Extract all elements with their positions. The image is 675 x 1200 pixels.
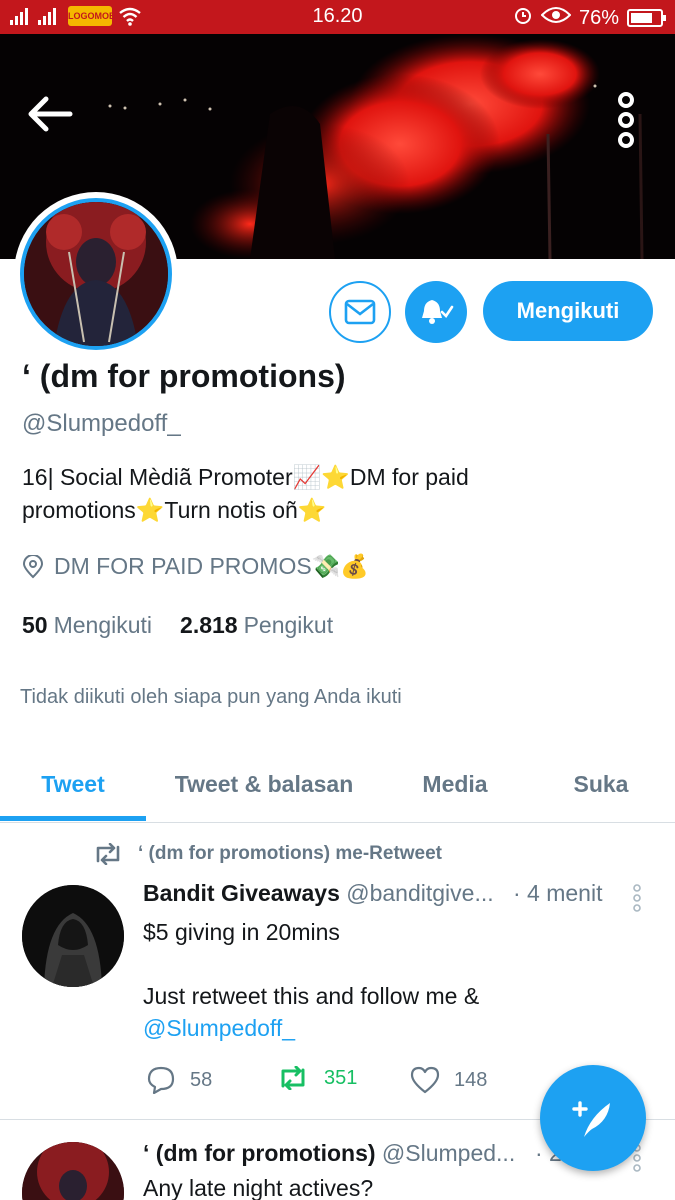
bio-line: promotions⭐Turn notis oñ⭐ [22,497,327,523]
compose-tweet-button[interactable] [540,1065,646,1171]
more-options-button[interactable] [606,90,646,150]
like-action[interactable]: 148 [410,1066,487,1094]
followed-by-note: Tidak diikuti oleh siapa pun yang Anda i… [20,686,402,708]
envelope-icon [344,299,376,325]
like-count: 148 [454,1068,488,1091]
eye-icon [540,5,572,31]
followers-label: Pengikut [243,612,334,638]
tweet-time: · 4 menit [513,880,603,906]
tweet-author-avatar[interactable] [22,1142,124,1200]
profile-name: ‘ (dm for promotions) [22,358,346,394]
active-tab-indicator [0,816,146,821]
tweet-header: ‘ (dm for promotions) @Slumped... [143,1140,543,1167]
tweet-author-name[interactable]: Bandit Giveaways [143,880,340,906]
retweet-count: 351 [324,1066,358,1089]
tab-likes[interactable]: Suka [528,745,674,823]
notifications-button[interactable] [405,281,467,343]
battery-percent: 76% [578,6,619,29]
following-stat[interactable]: 50 Mengikuti [22,612,152,639]
tweet-text: Just retweet this and follow me & [143,983,480,1009]
following-label: Mengikuti [53,612,153,638]
reply-action[interactable]: 58 [146,1066,212,1094]
tweet-author-handle[interactable]: @Slumped... [382,1140,515,1166]
avatar-image [22,885,124,987]
tweet-author-avatar[interactable] [22,885,124,987]
retweet-note-text: ‘ (dm for promotions) me-Retweet [138,843,443,864]
tweet-author-handle[interactable]: @banditgive... [346,880,493,906]
retweet-icon [281,1066,305,1090]
profile-avatar[interactable] [14,192,178,356]
retweet-action[interactable]: 351 [276,1066,357,1090]
message-button[interactable] [329,281,391,343]
tweet-mention-link[interactable]: @Slumpedoff_ [143,1012,633,1044]
profile-stats: 50 Mengikuti 2.818 Pengikut [22,612,333,639]
location-text: DM FOR PAID PROMOS💸💰 [54,553,369,579]
bio-line: 16| Social Mèdiã Promoter📈⭐DM for paid [22,464,469,490]
tweet-body: $5 giving in 20mins Just retweet this an… [143,916,633,1044]
tab-tweet[interactable]: Tweet [0,745,146,823]
heart-icon [410,1066,440,1094]
followers-stat[interactable]: 2.818 Pengikut [180,612,333,639]
tab-tweet-replies[interactable]: Tweet & balasan [146,745,382,823]
reply-count: 58 [190,1068,213,1091]
alarm-icon [513,5,533,31]
tab-media[interactable]: Media [382,745,528,823]
tweet-header: Bandit Giveaways @banditgive... · 4 meni… [143,880,623,907]
tweet-author-name[interactable]: ‘ (dm for promotions) [143,1140,376,1166]
retweet-icon [96,843,120,865]
tweet-menu-button[interactable] [630,884,644,917]
bell-check-icon [422,300,454,324]
tweet-text: $5 giving in 20mins [143,919,340,945]
avatar-image [24,202,168,346]
reply-icon [147,1066,175,1094]
status-bar: LOGOMOBI 16.20 76% [0,0,675,34]
tweet-text: Any late night actives? [143,1175,374,1200]
profile-handle: @Slumpedoff_ [22,410,181,437]
following-count: 50 [22,612,48,638]
more-vertical-icon [618,92,634,148]
compose-feather-icon [572,1101,610,1137]
more-vertical-icon [633,884,641,912]
arrow-left-icon [28,96,73,132]
following-button[interactable]: Mengikuti [483,281,653,341]
location-pin-icon [22,554,44,578]
profile-bio: 16| Social Mèdiã Promoter📈⭐DM for paid p… [22,461,642,527]
profile-location: DM FOR PAID PROMOS💸💰 [22,553,369,580]
profile-tabs: Tweet Tweet & balasan Media Suka [0,745,675,823]
followers-count: 2.818 [180,612,238,638]
avatar-image [22,1142,124,1200]
battery-icon [627,9,666,27]
retweet-note: ‘ (dm for promotions) me-Retweet [92,843,442,865]
back-button[interactable] [26,94,82,150]
